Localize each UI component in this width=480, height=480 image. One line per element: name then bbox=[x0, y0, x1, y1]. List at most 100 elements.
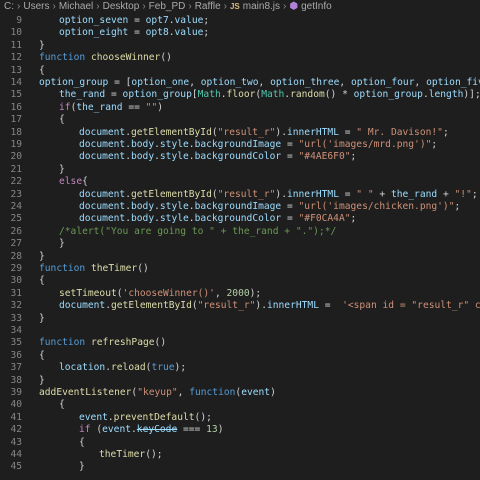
code-token: option_seven bbox=[59, 15, 129, 26]
code-line[interactable]: 36 { bbox=[0, 350, 480, 362]
breadcrumb-item-users[interactable]: Users bbox=[23, 1, 49, 12]
code-token: () bbox=[154, 337, 167, 349]
code-line[interactable]: 34 bbox=[0, 325, 480, 337]
code-token: " Mr. Davison!" bbox=[356, 126, 443, 138]
code-line[interactable]: 31 setTimeout('chooseWinner()', 2000); bbox=[0, 288, 480, 300]
code-editor[interactable]: 9 option_seven = opt7.value; 10 option_eigh… bbox=[0, 14, 480, 480]
breadcrumb-item-raffle[interactable]: Raffle bbox=[195, 1, 221, 12]
code-line[interactable]: 9 option_seven = opt7.value; bbox=[0, 15, 480, 27]
code-line[interactable]: 40 { bbox=[0, 399, 480, 411]
code-line[interactable]: 29 function theTimer() bbox=[0, 263, 480, 275]
code-line[interactable]: 27} bbox=[0, 238, 480, 250]
code-line[interactable]: 15 the_rand = option_group[Math.floor(Mat… bbox=[0, 89, 480, 101]
code-text: else{ bbox=[59, 176, 88, 188]
code-token: "#F0CA4A" bbox=[298, 213, 351, 225]
code-line[interactable]: 16 if(the_rand == "") bbox=[0, 102, 480, 114]
code-line[interactable]: 30 { bbox=[0, 275, 480, 287]
code-token: = bbox=[281, 201, 299, 212]
code-text: document.getElementById("result_r").inne… bbox=[79, 127, 449, 139]
code-line[interactable]: 26 /*alert("You are going to " + the_rand… bbox=[0, 226, 480, 238]
code-token: " " bbox=[356, 188, 374, 200]
breadcrumb-item-michael[interactable]: Michael bbox=[59, 1, 93, 12]
code-line[interactable]: 33} bbox=[0, 313, 480, 325]
code-text: } bbox=[59, 164, 65, 176]
code-line[interactable]: 44 theTimer(); bbox=[0, 449, 480, 461]
code-token: floor bbox=[226, 89, 256, 101]
line-number: 30 bbox=[10, 275, 22, 287]
code-text: { bbox=[39, 275, 45, 287]
line-number: 44 bbox=[10, 449, 22, 460]
code-text: option_group = [option_one, option_two, … bbox=[39, 77, 480, 89]
code-line[interactable]: 22 else{ bbox=[0, 176, 480, 188]
code-line[interactable]: 11} bbox=[0, 40, 480, 52]
code-token: ( bbox=[90, 424, 103, 436]
code-line[interactable]: 32 document.getElementById("result_r").in… bbox=[0, 300, 480, 312]
code-token: the_rand bbox=[76, 101, 123, 113]
code-text: } bbox=[39, 375, 45, 387]
code-token: 'chooseWinner()' bbox=[122, 287, 215, 299]
line-number: 37 bbox=[10, 362, 22, 374]
code-line[interactable]: 23 document.getElementById("result_r").in… bbox=[0, 189, 480, 201]
code-line[interactable]: 13 { bbox=[0, 65, 480, 77]
breadcrumb-item-file[interactable]: main8.js bbox=[243, 1, 280, 12]
code-line[interactable]: 21} bbox=[0, 164, 480, 176]
code-line[interactable]: 41 event.preventDefault(); bbox=[0, 412, 480, 424]
code-line[interactable]: 37 location.reload(true); bbox=[0, 362, 480, 374]
code-token: "result_r" bbox=[217, 126, 276, 138]
code-line[interactable]: 42 if (event.keyCode === 13) bbox=[0, 424, 480, 436]
chevron-right-icon: › bbox=[52, 1, 56, 12]
code-token: option_five bbox=[426, 77, 480, 88]
code-token: option_group bbox=[353, 89, 423, 101]
code-line[interactable]: 28} bbox=[0, 251, 480, 263]
code-line[interactable]: 24 document.body.style.backgroundImage = … bbox=[0, 201, 480, 213]
code-token: ) bbox=[217, 424, 224, 436]
code-line[interactable]: 38} bbox=[0, 375, 480, 387]
line-number: 18 bbox=[10, 126, 22, 138]
code-token: "result_r" bbox=[197, 300, 256, 312]
code-line[interactable]: 19 document.body.style.backgroundImage = … bbox=[0, 139, 480, 151]
code-line[interactable]: 20 document.body.style.backgroundColor = … bbox=[0, 151, 480, 163]
code-token: option_group bbox=[39, 77, 109, 88]
code-token: preventDefault bbox=[113, 411, 195, 423]
chevron-right-icon: › bbox=[283, 1, 287, 12]
code-line[interactable]: 45} bbox=[0, 461, 480, 473]
code-line[interactable]: 12 function chooseWinner() bbox=[0, 52, 480, 64]
code-token: , bbox=[339, 77, 351, 88]
code-token: getElementById bbox=[111, 300, 192, 312]
line-number: 15 bbox=[10, 89, 22, 101]
code-token: "#4AE6F0" bbox=[298, 151, 351, 163]
line-number: 43 bbox=[10, 436, 22, 448]
breadcrumb-item-drive[interactable]: C: bbox=[4, 1, 14, 12]
code-line[interactable]: 43 { bbox=[0, 437, 480, 449]
code-token: option_three bbox=[270, 77, 340, 88]
code-line[interactable]: 25 document.body.style.backgroundColor = … bbox=[0, 213, 480, 225]
code-line[interactable]: 35 function refreshPage() bbox=[0, 337, 480, 349]
code-token: { bbox=[39, 275, 45, 287]
js-file-icon: JS bbox=[229, 2, 240, 11]
code-token: = bbox=[128, 15, 146, 26]
breadcrumb-item-symbol[interactable]: getInfo bbox=[301, 1, 332, 12]
code-token: Math bbox=[197, 89, 221, 101]
code-token: (); bbox=[194, 411, 212, 423]
code-token: === bbox=[177, 424, 207, 436]
code-token: ). bbox=[275, 188, 287, 200]
code-line[interactable]: 14 option_group = [option_one, option_two… bbox=[0, 77, 480, 89]
chevron-right-icon: › bbox=[96, 1, 100, 12]
code-token: ; bbox=[442, 126, 449, 138]
code-token: ). bbox=[275, 126, 287, 138]
chevron-right-icon: › bbox=[223, 1, 227, 12]
code-text: option_eight = opt8.value; bbox=[59, 27, 209, 39]
breadcrumb-item-desktop[interactable]: Desktop bbox=[103, 1, 140, 12]
code-line[interactable]: 10 option_eight = opt8.value; bbox=[0, 27, 480, 39]
code-token: { bbox=[59, 399, 65, 411]
code-token: = bbox=[318, 300, 343, 312]
code-line[interactable]: 39 addEventListener("keyup", function(eve… bbox=[0, 387, 480, 399]
line-number: 23 bbox=[10, 188, 22, 200]
code-token: event bbox=[79, 411, 108, 423]
code-line[interactable]: 17 { bbox=[0, 114, 480, 126]
code-token: "!" bbox=[454, 188, 472, 200]
code-line[interactable]: 18 document.getElementById("result_r").in… bbox=[0, 127, 480, 139]
code-token: innerHTML bbox=[266, 300, 319, 312]
breadcrumb-item-feb-pd[interactable]: Feb_PD bbox=[149, 1, 186, 12]
code-token: function bbox=[39, 52, 86, 64]
